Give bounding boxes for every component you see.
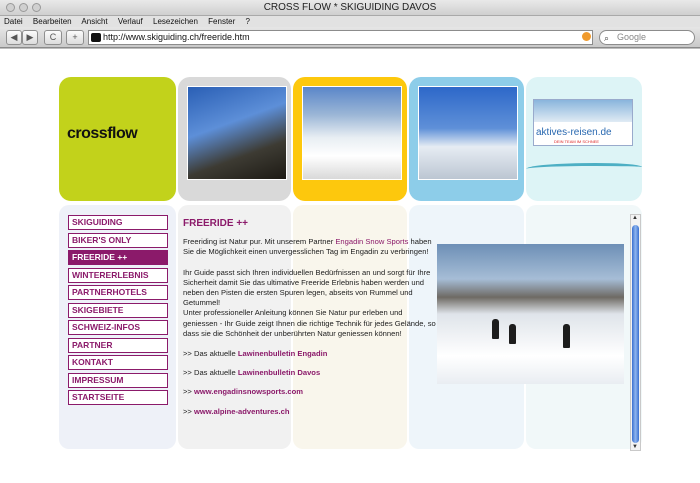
skier-figure xyxy=(509,324,516,344)
alpine-adventures-url-link[interactable]: www.alpine-adventures.ch xyxy=(194,407,290,416)
link2-prefix: >> xyxy=(183,406,194,416)
lawinenbulletin-engadin-link[interactable]: Lawinenbulletin Engadin xyxy=(238,349,327,358)
partner-logo-text: aktives-reisen.de xyxy=(536,127,612,138)
cable-car-photo xyxy=(418,86,518,180)
freeride-skiers-photo xyxy=(437,244,624,384)
nav-item-bikers-only[interactable]: BIKER'S ONLY xyxy=(68,232,168,248)
guide-paragraph: Ihr Guide passt sich Ihren individuellen… xyxy=(183,267,431,308)
window-controls[interactable] xyxy=(6,3,41,12)
lawinenbulletin-davos-link[interactable]: Lawinenbulletin Davos xyxy=(238,368,320,377)
skier-figure xyxy=(492,319,499,339)
nav-item-startseite[interactable]: STARTSEITE xyxy=(68,390,168,405)
content-scrollbar[interactable]: ▲ ▼ xyxy=(630,214,641,451)
header-tile-skiers xyxy=(293,77,407,201)
partner-logo-sky xyxy=(534,100,632,122)
alpine-adventures-row: >> www.alpine-adventures.ch xyxy=(183,407,438,417)
scrollbar-thumb[interactable] xyxy=(632,225,639,443)
window-titlebar: CROSS FLOW * SKIGUIDING DAVOS xyxy=(0,0,700,16)
header-tile-cablecar xyxy=(409,77,524,201)
menu-lesezeichen[interactable]: Lesezeichen xyxy=(153,17,198,26)
site-favicon-icon xyxy=(91,33,101,42)
nav-item-impressum[interactable]: IMPRESSUM xyxy=(68,372,168,388)
scroll-up-icon[interactable]: ▲ xyxy=(632,215,638,221)
aktives-reisen-logo[interactable]: aktives-reisen.de DEIN TEAM IM SCHNEE xyxy=(533,99,633,146)
reload-button[interactable]: C xyxy=(44,30,62,45)
menu-ansicht[interactable]: Ansicht xyxy=(81,17,107,26)
nav-item-skigebiete[interactable]: SKIGEBIETE xyxy=(68,302,168,318)
forward-button[interactable]: ▶ xyxy=(22,30,38,45)
close-window-icon[interactable] xyxy=(6,3,15,12)
nav-item-skiguiding[interactable]: SKIGUIDING xyxy=(68,215,168,230)
skiers-valley-photo xyxy=(302,86,402,180)
nav-item-wintererlebnis[interactable]: WINTERERLEBNIS xyxy=(68,267,168,283)
palm-mountain-photo xyxy=(187,86,287,180)
search-placeholder: Google xyxy=(617,32,647,42)
partner-logo-tagline: DEIN TEAM IM SCHNEE xyxy=(554,139,600,144)
zoom-window-icon[interactable] xyxy=(32,3,41,12)
menu-verlauf[interactable]: Verlauf xyxy=(118,17,143,26)
main-navigation: SKIGUIDING BIKER'S ONLY FREERIDE ++ WINT… xyxy=(68,215,168,408)
bulletin-engadin-prefix: >> Das aktuelle xyxy=(183,349,238,359)
crossflow-logo: crossflow xyxy=(67,125,138,142)
menu-bar: Datei Bearbeiten Ansicht Verlauf Lesezei… xyxy=(0,16,700,27)
bulletin-davos-prefix: >> Das aktuelle xyxy=(183,368,238,378)
menu-datei[interactable]: Datei xyxy=(4,17,23,26)
window-title: CROSS FLOW * SKIGUIDING DAVOS xyxy=(263,2,437,13)
header-tile-palm xyxy=(178,77,291,201)
engadinsnowsports-url-link[interactable]: www.engadinsnowsports.com xyxy=(194,387,303,396)
logo-tile[interactable]: crossflow xyxy=(59,77,176,201)
page-viewport: crossflow aktives-reisen.de DEIN TEAM IM… xyxy=(0,49,700,483)
minimize-window-icon[interactable] xyxy=(19,3,28,12)
add-bookmark-button[interactable]: + xyxy=(66,30,84,45)
menu-fenster[interactable]: Fenster xyxy=(208,17,235,26)
nav-item-partner[interactable]: PARTNER xyxy=(68,337,168,353)
address-bar[interactable]: http://www.skiguiding.ch/freeride.htm xyxy=(88,30,593,45)
engadinsnowsports-row: >> www.engadinsnowsports.com xyxy=(183,387,438,397)
search-icon: ⌕ xyxy=(604,33,610,43)
page-title: FREERIDE ++ xyxy=(183,218,249,229)
menu-help[interactable]: ? xyxy=(246,17,250,26)
engadin-snow-sports-link[interactable]: Engadin Snow Sports xyxy=(335,237,408,246)
nav-item-partnerhotels[interactable]: PARTNERHOTELS xyxy=(68,285,168,300)
bulletin-davos-row: >> Das aktuelle Lawinenbulletin Davos xyxy=(183,368,438,378)
nav-item-kontakt[interactable]: KONTAKT xyxy=(68,355,168,370)
back-button[interactable]: ◀ xyxy=(6,30,22,45)
rss-icon[interactable] xyxy=(582,32,591,41)
menu-bearbeiten[interactable]: Bearbeiten xyxy=(33,17,72,26)
bulletin-engadin-row: >> Das aktuelle Lawinenbulletin Engadin xyxy=(183,349,438,359)
header-tile-partner[interactable]: aktives-reisen.de DEIN TEAM IM SCHNEE xyxy=(526,77,642,201)
intro-prefix: Freeriding ist Natur pur. Mit unserem Pa… xyxy=(183,237,336,247)
instruction-paragraph: Unter professioneller Anleitung können S… xyxy=(183,308,436,338)
decorative-wave xyxy=(526,163,642,173)
nav-item-schweiz-infos[interactable]: SCHWEIZ-INFOS xyxy=(68,320,168,335)
skier-figure xyxy=(563,324,570,348)
scroll-down-icon[interactable]: ▼ xyxy=(632,444,638,450)
main-content: FREERIDE ++ Freeriding ist Natur pur. Mi… xyxy=(183,218,438,426)
search-input[interactable]: ⌕ Google xyxy=(599,30,695,45)
browser-toolbar: ◀ ▶ C + http://www.skiguiding.ch/freerid… xyxy=(0,27,700,48)
address-url: http://www.skiguiding.ch/freeride.htm xyxy=(103,32,250,42)
nav-item-freeride[interactable]: FREERIDE ++ xyxy=(68,250,168,265)
link1-prefix: >> xyxy=(183,387,194,397)
intro-paragraph: Freeriding ist Natur pur. Mit unserem Pa… xyxy=(183,237,438,257)
